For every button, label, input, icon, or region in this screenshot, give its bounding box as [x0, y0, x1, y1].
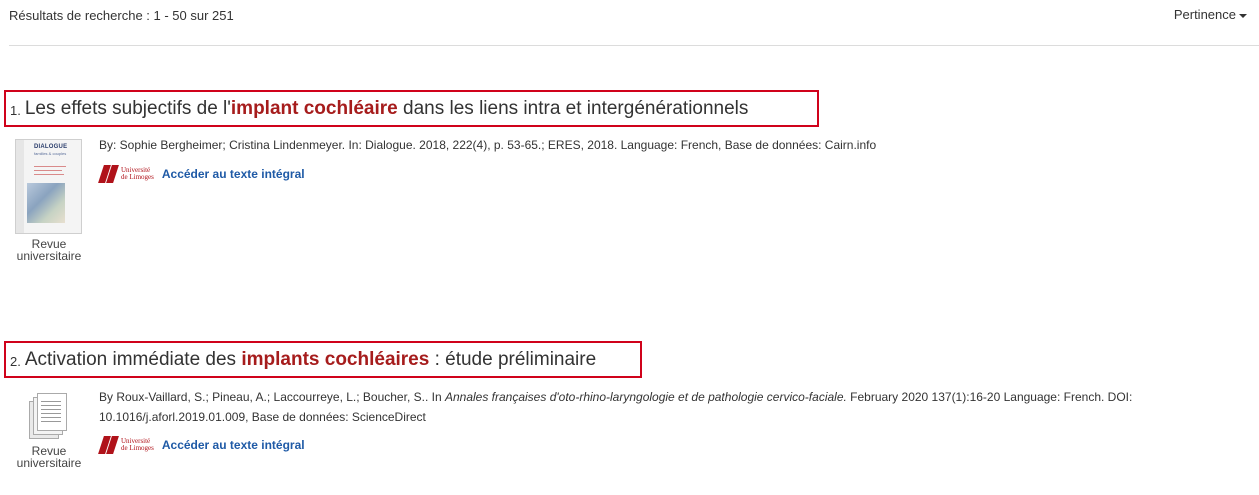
generic-document-icon — [27, 393, 71, 441]
fulltext-link[interactable]: Accéder au texte intégral — [162, 167, 305, 181]
library-logo-text: Université de Limoges — [121, 166, 154, 181]
fulltext-access[interactable]: Université de Limoges Accéder au texte in… — [98, 165, 305, 183]
result-title-link[interactable]: Activation immédiate des implants cochlé… — [25, 349, 596, 371]
caret-down-icon — [1239, 13, 1247, 18]
library-logo-text: Université de Limoges — [121, 437, 154, 452]
unilim-logo-icon — [98, 436, 119, 454]
sort-label: Pertinence — [1173, 7, 1236, 22]
title-part: dans les liens intra et intergénérationn… — [397, 97, 749, 119]
result-thumbnail[interactable]: DIALOGUE familles & couples Revue univer… — [9, 139, 89, 262]
results-toolbar: Résultats de recherche : 1 - 50 sur 251 … — [0, 0, 1259, 46]
title-part: Les effets subjectifs de l' — [24, 97, 231, 119]
document-type-label: Revue universitaire — [16, 444, 82, 470]
library-logo: Université de Limoges — [98, 165, 154, 183]
unilim-logo-icon — [98, 165, 119, 183]
title-highlight: implant cochléaire — [230, 97, 398, 119]
title-highlight: implants cochléaires — [241, 348, 430, 370]
result-number: 2. — [10, 353, 21, 369]
library-logo: Université de Limoges — [98, 436, 154, 454]
cover-subtitle: familles & couples — [34, 151, 67, 156]
details-journal: Annales françaises d'oto-rhino-laryngolo… — [444, 390, 847, 404]
sort-dropdown[interactable]: Pertinence — [1174, 7, 1247, 22]
cover-title: DIALOGUE — [34, 144, 68, 150]
result-title-link[interactable]: Les effets subjectifs de l'implant cochl… — [25, 98, 749, 120]
result-details: By Roux-Vaillard, S.; Pineau, A.; Laccou… — [99, 387, 1249, 427]
result-title-box: 2. Activation immédiate des implants coc… — [4, 341, 642, 378]
title-part: : étude préliminaire — [429, 348, 597, 370]
result-count: Résultats de recherche : 1 - 50 sur 251 — [9, 8, 234, 23]
journal-cover-image: DIALOGUE familles & couples — [15, 139, 82, 234]
result-title-box: 1. Les effets subjectifs de l'implant co… — [4, 90, 819, 127]
result-number: 1. — [10, 102, 21, 118]
fulltext-access[interactable]: Université de Limoges Accéder au texte in… — [98, 436, 305, 454]
result-details: By: Sophie Bergheimer; Cristina Lindenme… — [99, 138, 877, 152]
fulltext-link[interactable]: Accéder au texte intégral — [162, 438, 305, 452]
details-authors: By Roux-Vaillard, S.; Pineau, A.; Laccou… — [99, 390, 445, 404]
title-part: Activation immédiate des — [24, 348, 242, 370]
document-type-label: Revue universitaire — [16, 237, 82, 263]
result-thumbnail[interactable]: Revue universitaire — [9, 393, 89, 469]
divider — [9, 45, 1259, 46]
